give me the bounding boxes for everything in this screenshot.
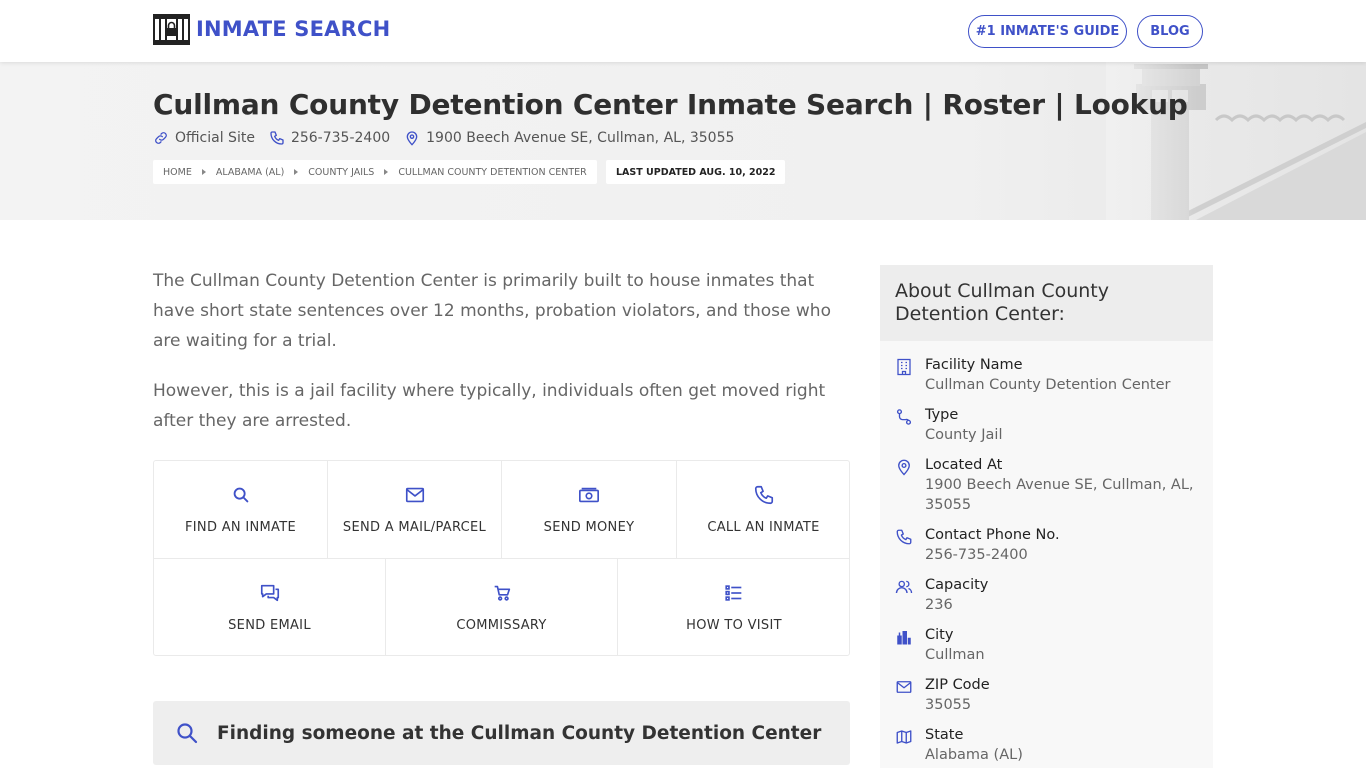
detail-value: County Jail (925, 427, 1003, 443)
commissary-tile[interactable]: COMMISSARY (386, 559, 618, 656)
detail-contact-phone: Contact Phone No. 256-735-2400 (880, 525, 1213, 575)
detail-label: Located At (925, 457, 1003, 473)
detail-label: Type (925, 407, 959, 423)
chat-icon (260, 584, 279, 602)
how-to-visit-tile[interactable]: HOW TO VISIT (618, 559, 850, 656)
detail-value: 35055 (925, 697, 972, 713)
search-icon (233, 487, 248, 503)
top-navbar: INMATE SEARCH #1 INMATE'S GUIDE BLOG (0, 0, 1366, 62)
detail-value: 256-735-2400 (925, 547, 1028, 563)
breadcrumb-state[interactable]: ALABAMA (AL) (216, 167, 284, 178)
money-icon (579, 487, 599, 503)
detail-city: City Cullman (880, 625, 1213, 675)
send-money-label: SEND MONEY (543, 520, 635, 535)
building-icon (897, 358, 911, 376)
detail-value: 236 (925, 597, 953, 613)
link-icon (155, 132, 167, 144)
detail-value: 1900 Beech Avenue SE, Cullman, AL, 35055 (925, 477, 1194, 513)
inmates-guide-button[interactable]: #1 INMATE'S GUIDE (968, 15, 1127, 48)
detail-type: Type County Jail (880, 405, 1213, 455)
call-inmate-tile[interactable]: CALL AN INMATE (677, 461, 850, 559)
map-pin-icon (406, 131, 418, 146)
breadcrumb-county-jails[interactable]: COUNTY JAILS (308, 167, 374, 178)
city-icon (897, 631, 911, 645)
phone-icon (270, 131, 284, 145)
breadcrumb: HOME ALABAMA (AL) COUNTY JAILS CULLMAN C… (153, 160, 597, 184)
phone-icon (754, 485, 773, 505)
finding-section-title: Finding someone at the Cullman County De… (217, 722, 822, 744)
send-mail-label: SEND A MAIL/PARCEL (342, 520, 487, 535)
intro-paragraph-1: The Cullman County Detention Center is p… (153, 271, 831, 351)
phone-number: 256-735-2400 (290, 130, 391, 146)
call-inmate-label: CALL AN INMATE (707, 520, 820, 535)
official-site-link[interactable]: Official Site (153, 130, 255, 146)
map-pin-icon (898, 459, 910, 476)
send-email-label: SEND EMAIL (228, 618, 311, 633)
breadcrumb-separator-icon (294, 169, 299, 175)
send-money-tile[interactable]: SEND MONEY (502, 461, 677, 559)
brand-name: INMATE SEARCH (196, 17, 391, 41)
finding-section-header: Finding someone at the Cullman County De… (153, 701, 850, 765)
breadcrumb-separator-icon (384, 169, 389, 175)
map-icon (896, 730, 912, 744)
breadcrumb-home[interactable]: HOME (163, 167, 192, 178)
detail-label: ZIP Code (925, 677, 990, 693)
sidebar-title: About Cullman County Detention Center: (880, 265, 1213, 341)
detail-zip-code: ZIP Code 35055 (880, 675, 1213, 725)
breadcrumb-separator-icon (201, 169, 206, 175)
brand-link[interactable]: INMATE SEARCH (153, 13, 390, 45)
send-email-tile[interactable]: SEND EMAIL (154, 559, 386, 656)
detail-value: Cullman County Detention Center (925, 377, 1171, 393)
commissary-label: COMMISSARY (456, 618, 547, 633)
phone-icon (896, 529, 912, 545)
users-icon (895, 580, 913, 594)
address-text: 1900 Beech Avenue SE, Cullman, AL, 35055 (426, 130, 735, 146)
about-sidebar: About Cullman County Detention Center: F… (880, 265, 1213, 768)
route-icon (896, 409, 912, 425)
find-inmate-label: FIND AN INMATE (185, 520, 296, 535)
detail-label: Contact Phone No. (925, 527, 1060, 543)
intro-paragraph-2: However, this is a jail facility where t… (153, 381, 826, 431)
facility-meta: Official Site 256-735-2400 1900 Beech Av… (153, 130, 734, 146)
address-link[interactable]: 1900 Beech Avenue SE, Cullman, AL, 35055 (404, 130, 734, 146)
facility-details-list: Facility Name Cullman County Detention C… (880, 341, 1213, 768)
detail-facility-name: Facility Name Cullman County Detention C… (880, 355, 1213, 405)
detail-state: State Alabama (AL) (880, 725, 1213, 768)
phone-link[interactable]: 256-735-2400 (269, 130, 390, 146)
detail-located-at: Located At 1900 Beech Avenue SE, Cullman… (880, 455, 1213, 525)
find-inmate-tile[interactable]: FIND AN INMATE (154, 461, 328, 559)
last-updated-badge: LAST UPDATED AUG. 10, 2022 (606, 160, 786, 184)
official-site-label: Official Site (175, 130, 255, 146)
breadcrumb-current: CULLMAN COUNTY DETENTION CENTER (398, 166, 587, 178)
detail-value: Cullman (925, 647, 985, 663)
detail-label: City (925, 627, 954, 643)
detail-label: Capacity (925, 577, 989, 593)
detail-label: Facility Name (925, 357, 1023, 373)
action-grid: FIND AN INMATE SEND A MAIL/PARCEL SEND M… (153, 460, 850, 656)
list-icon (725, 585, 742, 601)
prison-tower-image (1106, 62, 1366, 220)
detail-capacity: Capacity 236 (880, 575, 1213, 625)
how-to-visit-label: HOW TO VISIT (686, 618, 782, 633)
mail-icon (896, 681, 912, 693)
envelope-icon (405, 487, 424, 503)
detail-label: State (925, 727, 964, 743)
blog-button[interactable]: BLOG (1137, 15, 1203, 48)
intro-text: The Cullman County Detention Center is p… (153, 266, 853, 456)
cart-icon (494, 585, 510, 601)
page-title: Cullman County Detention Center Inmate S… (153, 88, 1188, 121)
search-icon (177, 723, 198, 744)
jail-logo-icon (153, 13, 190, 45)
send-mail-tile[interactable]: SEND A MAIL/PARCEL (328, 461, 502, 559)
detail-value: Alabama (AL) (925, 747, 1023, 763)
